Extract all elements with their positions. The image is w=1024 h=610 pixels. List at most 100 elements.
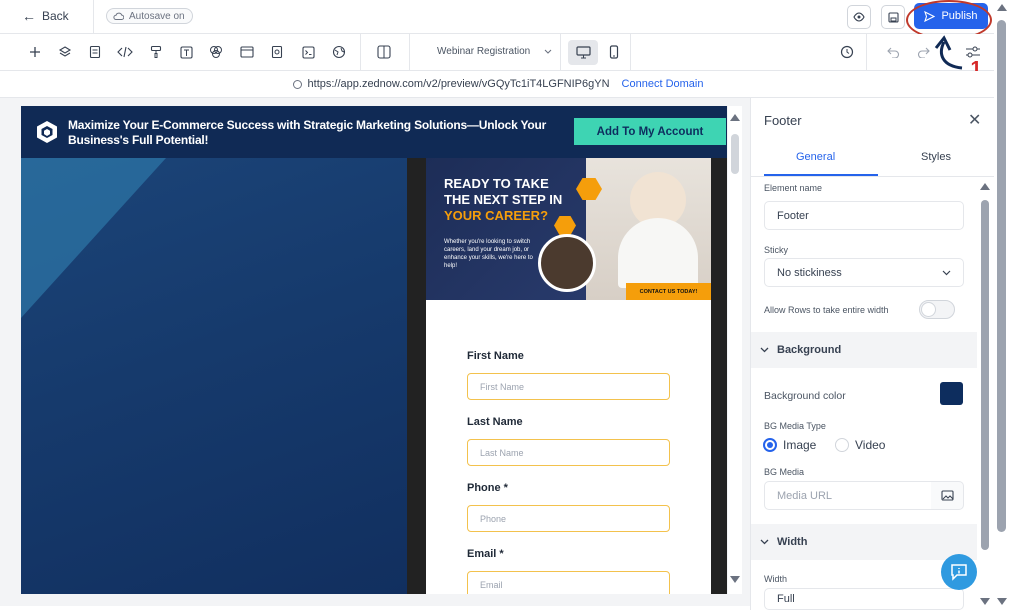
image-icon xyxy=(940,490,954,501)
code-icon[interactable] xyxy=(116,43,134,61)
logo-icon xyxy=(37,121,57,143)
cloud-icon xyxy=(113,12,124,20)
scroll-down-icon[interactable] xyxy=(980,598,990,605)
bg-color-label: Background color xyxy=(764,390,846,402)
media-url-input[interactable]: Media URL xyxy=(764,481,932,510)
canvas-scrollbar[interactable] xyxy=(728,106,742,594)
back-button[interactable]: ← Back xyxy=(22,8,69,24)
paint-roller-icon[interactable] xyxy=(147,43,165,61)
color-palette-icon[interactable] xyxy=(207,43,225,61)
editor-toolbar: Webinar Registration xyxy=(0,34,996,71)
preview-button[interactable] xyxy=(847,5,871,29)
scroll-up-icon[interactable] xyxy=(730,114,740,121)
save-button[interactable] xyxy=(881,5,905,29)
add-icon[interactable] xyxy=(26,43,44,61)
radio-image-label: Image xyxy=(783,438,817,452)
toggle-knob xyxy=(921,302,936,317)
background-section-header[interactable]: Background xyxy=(751,332,977,368)
first-name-input[interactable]: First Name xyxy=(467,373,670,400)
desktop-icon[interactable] xyxy=(574,43,592,61)
divider xyxy=(866,34,867,71)
header-section[interactable]: Maximize Your E-Commerce Success with St… xyxy=(21,106,727,158)
radio-image[interactable]: Image xyxy=(763,438,816,452)
chevron-down-icon xyxy=(760,347,769,353)
close-icon[interactable]: ✕ xyxy=(968,110,981,130)
layout-icon[interactable] xyxy=(238,43,256,61)
scroll-up-icon[interactable] xyxy=(997,4,1007,11)
scroll-down-icon[interactable] xyxy=(997,598,1007,605)
decorative-shape xyxy=(21,158,166,318)
divider xyxy=(409,34,410,71)
scroll-up-icon[interactable] xyxy=(980,183,990,190)
allow-rows-toggle[interactable] xyxy=(919,300,955,319)
career-banner-image: READY TO TAKE THE NEXT STEP IN YOUR CARE… xyxy=(426,158,711,300)
chevron-down-icon xyxy=(942,270,951,275)
connect-domain-link[interactable]: Connect Domain xyxy=(622,78,704,90)
email-label: Email * xyxy=(467,548,504,560)
globe-icon[interactable] xyxy=(330,43,348,61)
banner-title: READY TO TAKE THE NEXT STEP IN YOUR CARE… xyxy=(444,176,563,223)
globe-icon xyxy=(292,79,302,89)
email-input[interactable]: Email xyxy=(467,571,670,594)
banner-circle-photo xyxy=(538,234,596,292)
text-icon[interactable] xyxy=(177,43,195,61)
form-card: READY TO TAKE THE NEXT STEP IN YOUR CARE… xyxy=(426,158,711,594)
last-name-input[interactable]: Last Name xyxy=(467,439,670,466)
back-label: Back xyxy=(42,9,69,23)
bg-color-swatch[interactable] xyxy=(940,382,963,405)
undo-icon[interactable] xyxy=(884,43,902,61)
window-scrollbar[interactable] xyxy=(994,0,1010,610)
divider xyxy=(560,34,561,71)
help-chat-button[interactable] xyxy=(941,554,977,590)
active-tab-indicator xyxy=(764,174,878,176)
columns-icon[interactable] xyxy=(375,43,393,61)
element-name-label: Element name xyxy=(764,183,823,193)
mobile-icon[interactable] xyxy=(605,43,623,61)
add-to-account-button[interactable]: Add To My Account xyxy=(574,118,726,145)
form-column: READY TO TAKE THE NEXT STEP IN YOUR CARE… xyxy=(407,158,727,594)
page-select[interactable]: Webinar Registration xyxy=(437,46,552,57)
banner-subtext: Whether you're looking to switch careers… xyxy=(444,239,533,269)
phone-label: Phone * xyxy=(467,482,508,494)
page-select-value: Webinar Registration xyxy=(437,46,531,57)
panel-scroll-thumb[interactable] xyxy=(981,200,989,550)
panel-scrollbar[interactable] xyxy=(977,178,995,608)
sticky-value: No stickiness xyxy=(777,266,842,279)
divider xyxy=(630,34,631,71)
allow-rows-label: Allow Rows to take entire width xyxy=(764,305,889,315)
width-select[interactable]: Full xyxy=(764,588,964,610)
radio-unselected-icon xyxy=(835,438,849,452)
radio-video[interactable]: Video xyxy=(835,438,885,452)
window-scroll-thumb[interactable] xyxy=(997,20,1006,532)
page-preview[interactable]: Maximize Your E-Commerce Success with St… xyxy=(21,106,727,594)
pages-icon[interactable] xyxy=(86,43,104,61)
last-name-label: Last Name xyxy=(467,416,523,428)
canvas-scroll-thumb[interactable] xyxy=(731,134,739,174)
sticky-select[interactable]: No stickiness xyxy=(764,258,964,287)
radio-video-label: Video xyxy=(855,438,886,452)
autosave-badge: Autosave on xyxy=(106,8,193,24)
width-section-header[interactable]: Width xyxy=(751,524,977,560)
scroll-down-icon[interactable] xyxy=(730,576,740,583)
chevron-down-icon xyxy=(760,539,769,545)
properties-panel: Footer ✕ General Styles Element name Foo… xyxy=(750,98,995,610)
element-name-input[interactable]: Footer xyxy=(764,201,964,230)
radio-selected-icon xyxy=(763,438,777,452)
tab-general[interactable]: General xyxy=(796,151,835,163)
preview-url[interactable]: https://app.zednow.com/v2/preview/vGQyTc… xyxy=(308,78,610,90)
history-icon[interactable] xyxy=(838,43,856,61)
save-icon xyxy=(887,11,899,23)
search-doc-icon[interactable] xyxy=(268,43,286,61)
tabs-divider xyxy=(751,176,995,177)
media-picker-button[interactable] xyxy=(931,481,964,510)
divider xyxy=(360,34,361,71)
chevron-down-icon xyxy=(544,49,552,54)
hero-background xyxy=(21,158,407,594)
bg-media-label: BG Media xyxy=(764,467,805,477)
eye-icon xyxy=(853,12,865,22)
terminal-icon[interactable] xyxy=(299,43,317,61)
bg-media-type-label: BG Media Type xyxy=(764,421,826,431)
phone-input[interactable]: Phone xyxy=(467,505,670,532)
layers-icon[interactable] xyxy=(56,43,74,61)
tab-styles[interactable]: Styles xyxy=(921,151,951,163)
